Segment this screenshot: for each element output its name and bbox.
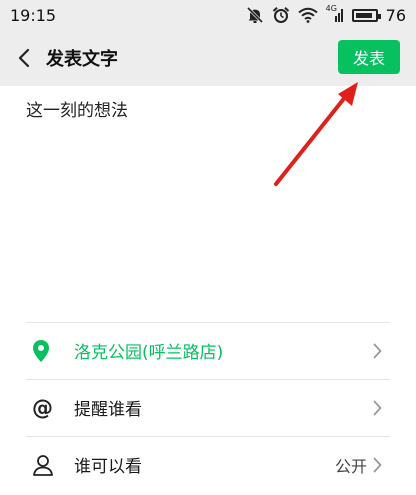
composer-placeholder: 这一刻的想法	[26, 101, 128, 121]
divider	[26, 436, 390, 437]
location-label: 洛克公园(呼兰路店)	[74, 343, 224, 363]
at-icon: @	[32, 395, 53, 420]
chevron-left-icon	[18, 48, 30, 68]
visibility-right: 公开	[335, 453, 382, 477]
location-pin-icon	[32, 339, 72, 363]
back-button[interactable]	[4, 30, 44, 86]
chevron-right-icon	[373, 457, 382, 472]
battery-percent: 76	[385, 5, 406, 25]
remind-label: 提醒谁看	[74, 400, 142, 420]
signal-icon: 4G	[325, 4, 344, 23]
remind-right	[373, 400, 382, 416]
divider	[26, 322, 390, 323]
status-time: 19:15	[10, 5, 57, 25]
remind-row[interactable]: @ 提醒谁看	[0, 379, 416, 436]
battery-icon	[351, 8, 381, 22]
person-icon	[32, 454, 72, 476]
mute-icon	[246, 6, 264, 24]
text-composer[interactable]: 这一刻的想法	[0, 86, 416, 322]
alarm-icon	[272, 6, 290, 24]
visibility-label: 谁可以看	[74, 457, 142, 477]
header-bar: 发表文字 发表	[0, 30, 416, 86]
visibility-value: 公开	[334, 456, 367, 476]
status-bar: 19:15 4G 76	[0, 0, 416, 30]
status-icons: 4G 76	[246, 4, 406, 25]
location-row[interactable]: 洛克公园(呼兰路店)	[0, 322, 416, 379]
chevron-right-icon	[373, 400, 382, 415]
publish-button[interactable]: 发表	[338, 40, 400, 74]
network-type-label: 4G	[325, 4, 337, 13]
chevron-right-icon	[373, 343, 382, 358]
location-right	[373, 343, 382, 359]
divider	[26, 379, 390, 380]
wifi-icon	[298, 7, 318, 23]
post-options: 洛克公园(呼兰路店) @ 提醒谁看 谁可以看 公开	[0, 322, 416, 495]
visibility-row[interactable]: 谁可以看 公开	[0, 436, 416, 493]
page-title: 发表文字	[46, 49, 118, 70]
